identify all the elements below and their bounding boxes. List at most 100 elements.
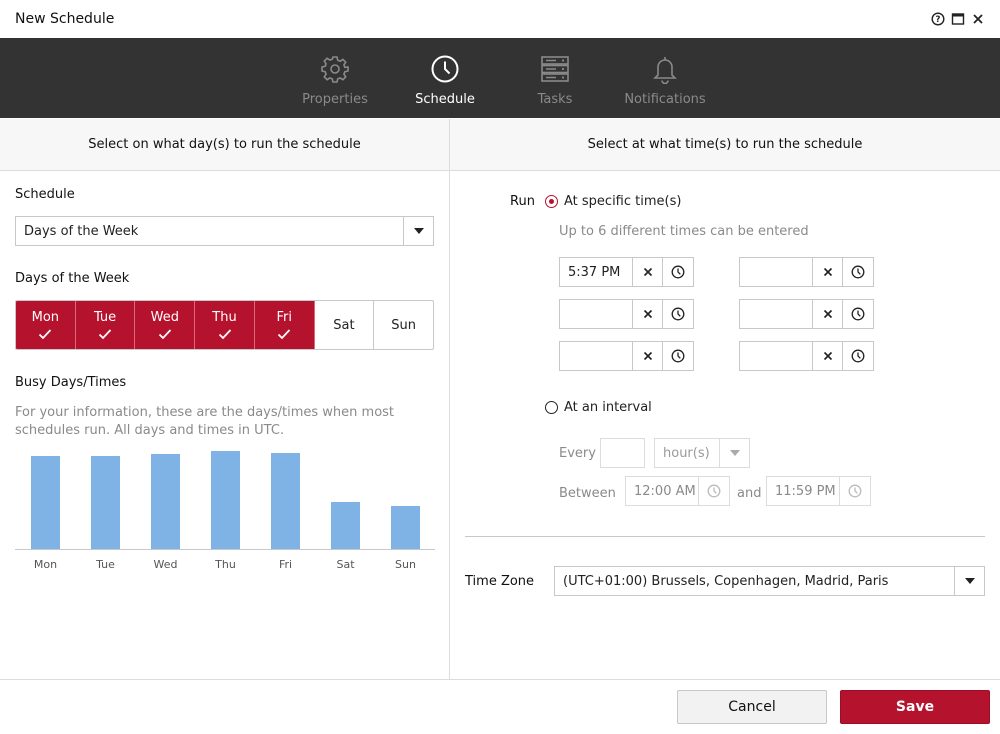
day-label: Tue [93, 310, 117, 325]
tick-label-mon: Mon [34, 558, 57, 571]
clock-icon[interactable] [663, 258, 693, 286]
busy-days-chart: Mon Tue Wed Thu Fri Sat Sun [15, 451, 435, 571]
bar-tue [91, 456, 120, 549]
bar-wed [151, 454, 180, 549]
tab-tasks[interactable]: Tasks [500, 38, 610, 118]
close-icon[interactable] [971, 12, 985, 26]
clear-icon[interactable] [813, 258, 843, 286]
time-input[interactable]: 5:37 PM [560, 258, 633, 286]
time-slot-2 [739, 257, 874, 287]
save-button[interactable]: Save [840, 690, 990, 724]
time-slot-5 [559, 341, 694, 371]
tick-label-sun: Sun [395, 558, 416, 571]
help-icon[interactable]: ? [931, 12, 945, 26]
gear-icon [320, 54, 350, 88]
timezone-select[interactable]: (UTC+01:00) Brussels, Copenhagen, Madrid… [554, 566, 985, 596]
time-slot-6 [739, 341, 874, 371]
every-label: Every [559, 446, 596, 461]
checkmark-icon [277, 328, 291, 340]
time-input[interactable] [560, 342, 633, 370]
title-bar: New Schedule ? [0, 0, 1000, 38]
dropdown-arrow-icon[interactable] [403, 217, 433, 245]
day-toggle-wed[interactable]: Wed [135, 301, 196, 349]
schedule-label: Schedule [15, 187, 75, 202]
checkmark-icon [98, 328, 112, 340]
busy-days-label: Busy Days/Times [15, 375, 127, 390]
day-label: Fri [276, 310, 292, 325]
clock-icon[interactable] [843, 342, 873, 370]
time-input[interactable] [740, 258, 813, 286]
day-toggle-thu[interactable]: Thu [195, 301, 255, 349]
specific-times-option[interactable]: At specific time(s) [545, 194, 681, 209]
right-pane-header: Select at what time(s) to run the schedu… [450, 119, 1000, 171]
bar-mon [31, 456, 60, 549]
tab-notifications[interactable]: Notifications [610, 38, 720, 118]
bar-thu [211, 451, 240, 549]
tick-label-sat: Sat [336, 558, 355, 571]
clear-icon[interactable] [813, 342, 843, 370]
interval-start-time: 12:00 AM [625, 476, 730, 506]
time-input[interactable] [560, 300, 633, 328]
maximize-icon[interactable] [951, 12, 965, 26]
bar-sun [391, 506, 420, 549]
day-toggle-fri[interactable]: Fri [254, 301, 315, 349]
tab-label: Properties [302, 92, 368, 107]
day-toggle-mon[interactable]: Mon [16, 301, 76, 349]
clear-icon[interactable] [633, 258, 663, 286]
window-title: New Schedule [15, 11, 115, 27]
specific-times-label: At specific time(s) [564, 194, 682, 209]
footer-divider [0, 679, 1000, 680]
clear-icon[interactable] [633, 300, 663, 328]
busy-days-info: For your information, these are the days… [15, 405, 395, 438]
tab-properties[interactable]: Properties [280, 38, 390, 118]
clock-icon[interactable] [840, 477, 870, 505]
day-toggle-sat[interactable]: Sat [315, 301, 375, 349]
interval-unit-value: hour(s) [663, 445, 710, 461]
time-input[interactable] [740, 342, 813, 370]
tab-schedule[interactable]: Schedule [390, 38, 500, 118]
clock-icon[interactable] [843, 300, 873, 328]
svg-text:?: ? [936, 15, 941, 25]
interval-value-input[interactable] [600, 438, 645, 468]
clock-icon[interactable] [699, 477, 729, 505]
schedule-select[interactable]: Days of the Week [15, 216, 434, 246]
day-selector: Mon Tue Wed Thu Fri Sat Sun [15, 300, 434, 350]
tab-label: Schedule [415, 92, 475, 107]
clock-icon [430, 54, 460, 88]
interval-option[interactable]: At an interval [545, 400, 652, 415]
left-pane-header: Select on what day(s) to run the schedul… [0, 119, 449, 171]
bell-icon [650, 54, 680, 88]
radio-unselected-icon[interactable] [545, 401, 558, 414]
day-label: Sun [391, 317, 417, 333]
radio-selected-icon[interactable] [545, 195, 558, 208]
dropdown-arrow-icon[interactable] [954, 567, 984, 595]
clock-icon[interactable] [663, 300, 693, 328]
day-label: Mon [31, 310, 60, 325]
tick-label-tue: Tue [95, 558, 115, 571]
clock-icon[interactable] [843, 258, 873, 286]
window-controls: ? [931, 12, 985, 26]
bar-sat [331, 502, 360, 549]
clear-icon[interactable] [813, 300, 843, 328]
cancel-button[interactable]: Cancel [677, 690, 827, 724]
clear-icon[interactable] [633, 342, 663, 370]
between-label: Between [559, 486, 616, 501]
section-divider [465, 536, 985, 537]
time-slot-1: 5:37 PM [559, 257, 694, 287]
start-time-input[interactable]: 12:00 AM [626, 477, 699, 505]
server-list-icon [540, 54, 570, 88]
specific-times-hint: Up to 6 different times can be entered [559, 224, 809, 239]
timezone-select-value: (UTC+01:00) Brussels, Copenhagen, Madrid… [563, 573, 889, 589]
dropdown-arrow-icon[interactable] [719, 439, 749, 467]
checkmark-icon [218, 328, 232, 340]
day-toggle-tue[interactable]: Tue [75, 301, 136, 349]
and-label: and [737, 486, 762, 501]
interval-unit-select[interactable]: hour(s) [654, 438, 750, 468]
tick-label-fri: Fri [279, 558, 292, 571]
day-label: Thu [212, 310, 237, 325]
day-toggle-sun[interactable]: Sun [374, 301, 433, 349]
time-input[interactable] [740, 300, 813, 328]
end-time-input[interactable]: 11:59 PM [767, 477, 840, 505]
days-of-week-label: Days of the Week [15, 271, 130, 286]
clock-icon[interactable] [663, 342, 693, 370]
